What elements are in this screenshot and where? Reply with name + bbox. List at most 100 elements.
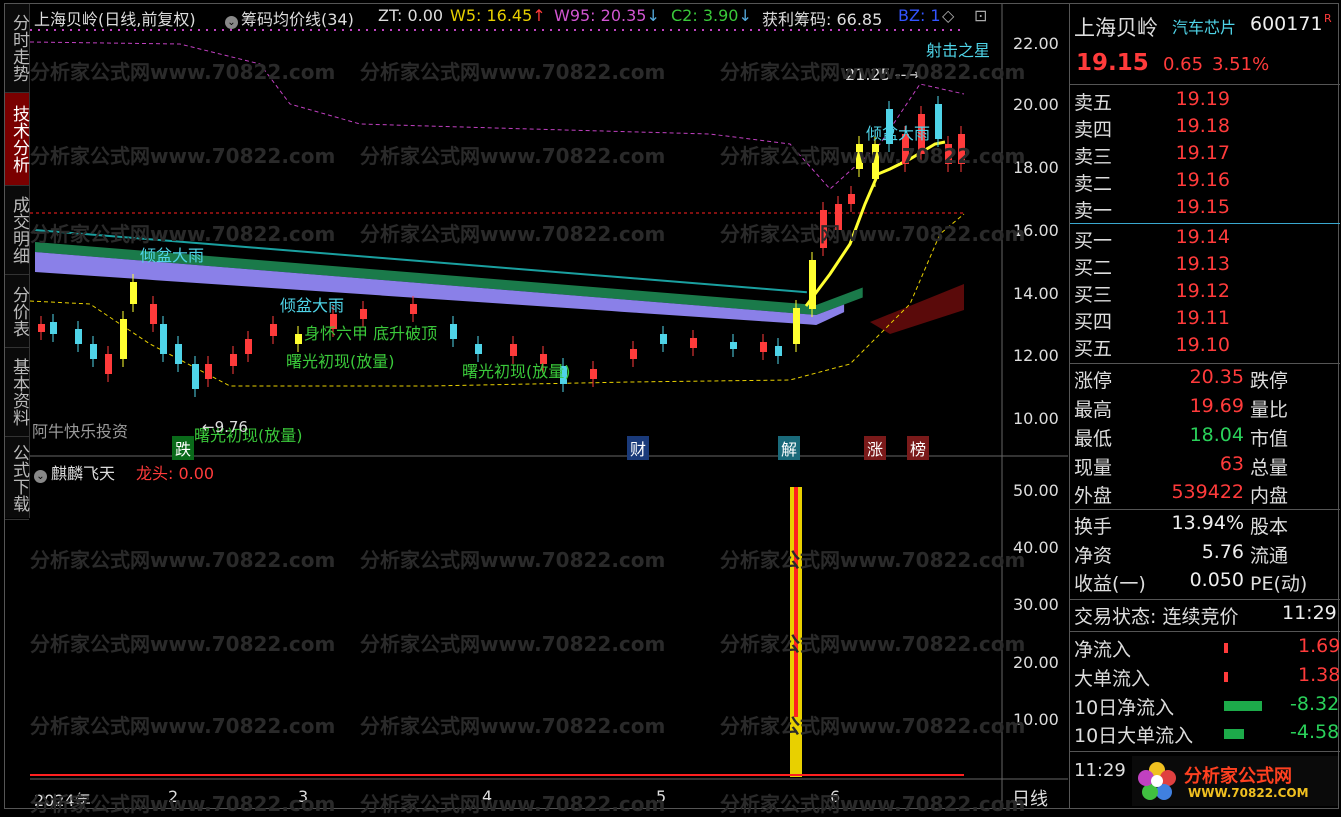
annotation-qingpen-2: 倾盆大雨	[280, 296, 345, 315]
annotation-shuguang-2: 曙光初现(放量)	[462, 362, 571, 381]
sub-tick: 30.00	[1013, 595, 1059, 614]
marker-die[interactable]: 跌	[172, 436, 195, 460]
chevron-down-icon[interactable]: ⌄	[34, 470, 47, 483]
maximize-icon[interactable]: ⊡	[974, 6, 987, 25]
x-tick: 2024年	[34, 791, 91, 810]
x-tick: 4	[482, 787, 493, 806]
annotation-shuguang-1: 曙光初现(放量)	[286, 352, 395, 371]
ask-row[interactable]: 卖五 19.19	[1070, 88, 1340, 115]
stat-row: 涨停 20.35 跌停	[1074, 366, 1289, 392]
candle-body	[730, 342, 737, 349]
candle-body	[760, 342, 767, 352]
divider	[1070, 631, 1340, 632]
bid-row[interactable]: 买二 19.13	[1070, 253, 1340, 280]
trade-status-row: 交易状态: 连续竞价 11:29	[1074, 602, 1337, 628]
quote-panel: 上海贝岭 汽车芯片 600171 R 19.15 0.65 3.51% 卖五 19…	[1069, 4, 1340, 809]
header-zt: ZT: 0.00	[378, 6, 444, 25]
chevron-down-icon[interactable]: ⌄	[225, 16, 238, 29]
w95-line	[30, 41, 965, 190]
diamond-icon[interactable]: ◇	[942, 6, 954, 25]
ask-row[interactable]: 卖一 19.15	[1070, 196, 1340, 223]
quote-stock-name: 上海贝岭	[1074, 16, 1158, 40]
sub-tick: 40.00	[1013, 538, 1059, 557]
candle-body	[150, 304, 157, 324]
candle-body	[50, 322, 57, 334]
candle-body	[410, 304, 417, 314]
candle-body	[775, 346, 782, 356]
chart-area[interactable]: 上海贝岭(日线,前复权) ⌄ 筹码均价线(34) ZT: 0.00 W5: 16.…	[30, 4, 1068, 816]
ask-row[interactable]: 卖二 19.16	[1070, 169, 1340, 196]
bid-row[interactable]: 买四 19.11	[1070, 307, 1340, 334]
tab-basic-info[interactable]: 基本资料	[5, 348, 29, 437]
candle-body	[935, 104, 942, 139]
brand-logo: 分析家公式网 WWW.70822.COM	[1132, 756, 1338, 806]
annotation-qingpen-3: 倾盆大雨	[866, 124, 931, 143]
x-tick: 3	[298, 787, 309, 806]
quote-code: 600171	[1250, 13, 1323, 35]
price-tick: 22.00	[1013, 34, 1059, 53]
candle-body	[690, 338, 697, 348]
tab-technical[interactable]: 技术分析	[5, 93, 29, 186]
marker-bang[interactable]: 榜	[907, 436, 930, 460]
candle-body	[75, 329, 82, 344]
flow-bar	[1224, 672, 1228, 682]
period-label[interactable]: 日线	[1012, 785, 1048, 811]
candle-body	[38, 324, 45, 332]
candle-body	[793, 308, 800, 344]
sub-indicator-menu[interactable]: ⌄ 麒麟飞天	[34, 460, 115, 484]
ask-row[interactable]: 卖四 19.18	[1070, 115, 1340, 142]
signal-bar-core	[794, 487, 798, 717]
flow-row: 净流入 1.69	[1074, 635, 1341, 661]
flow-row: 10日大单流入 -4.58	[1074, 721, 1340, 747]
flower-logo-icon	[1138, 762, 1176, 800]
bid-row[interactable]: 买三 19.12	[1070, 280, 1340, 307]
divider	[1070, 751, 1340, 752]
tab-intraday[interactable]: 分时走势	[5, 4, 29, 93]
tab-price-table[interactable]: 分价表	[5, 275, 29, 348]
quote-pct: 3.51%	[1212, 54, 1270, 75]
candle-body	[90, 344, 97, 359]
bid-ask-divider	[1070, 223, 1340, 224]
candle-body	[945, 144, 952, 164]
stat-row: 最高 19.69 量比	[1074, 395, 1289, 421]
candle-body	[475, 344, 482, 354]
header-w95: W95: 20.35↓	[554, 6, 660, 25]
flow-bar	[1224, 701, 1262, 711]
divider	[1070, 84, 1340, 85]
candle-body	[809, 260, 816, 309]
candle-body	[660, 334, 667, 344]
quote-price: 19.15	[1076, 50, 1149, 76]
divider	[1070, 363, 1340, 364]
quote-sector[interactable]: 汽车芯片	[1172, 14, 1236, 38]
price-tick: 10.00	[1013, 409, 1059, 428]
price-tick: 20.00	[1013, 95, 1059, 114]
candle-body	[958, 134, 965, 164]
price-tick: 14.00	[1013, 284, 1059, 303]
high-price-label: 21.25 --→	[845, 65, 920, 84]
tab-trade-detail[interactable]: 成交明细	[5, 186, 29, 275]
fund-row: 换手 13.94% 股本	[1074, 512, 1289, 538]
bid-row[interactable]: 买一 19.14	[1070, 226, 1340, 253]
candle-body	[856, 144, 863, 169]
indicator-menu[interactable]: ⌄ 筹码均价线(34)	[225, 6, 354, 30]
ask-row[interactable]: 卖三 19.17	[1070, 142, 1340, 169]
candle-body	[295, 334, 302, 344]
bid-row[interactable]: 买五 19.10	[1070, 334, 1340, 361]
tab-formula-download[interactable]: 公式下载	[5, 437, 29, 520]
x-tick: 6	[830, 787, 841, 806]
candle-body	[510, 344, 517, 356]
marker-jie[interactable]: 解	[778, 436, 801, 460]
header-c2: C2: 3.90↓	[671, 6, 752, 25]
marker-cai[interactable]: 财	[627, 436, 650, 460]
flow-bar	[1224, 729, 1244, 739]
candle-body	[245, 339, 252, 354]
dark-red-band	[870, 284, 964, 334]
candle-body	[105, 354, 112, 374]
price-tick: 18.00	[1013, 158, 1059, 177]
stat-row: 外盘 539422 内盘	[1074, 481, 1289, 507]
x-tick: 5	[656, 787, 667, 806]
price-tick: 12.00	[1013, 346, 1059, 365]
marker-zhang[interactable]: 涨	[864, 436, 887, 460]
candle-body	[120, 319, 127, 359]
divider	[1070, 599, 1340, 600]
